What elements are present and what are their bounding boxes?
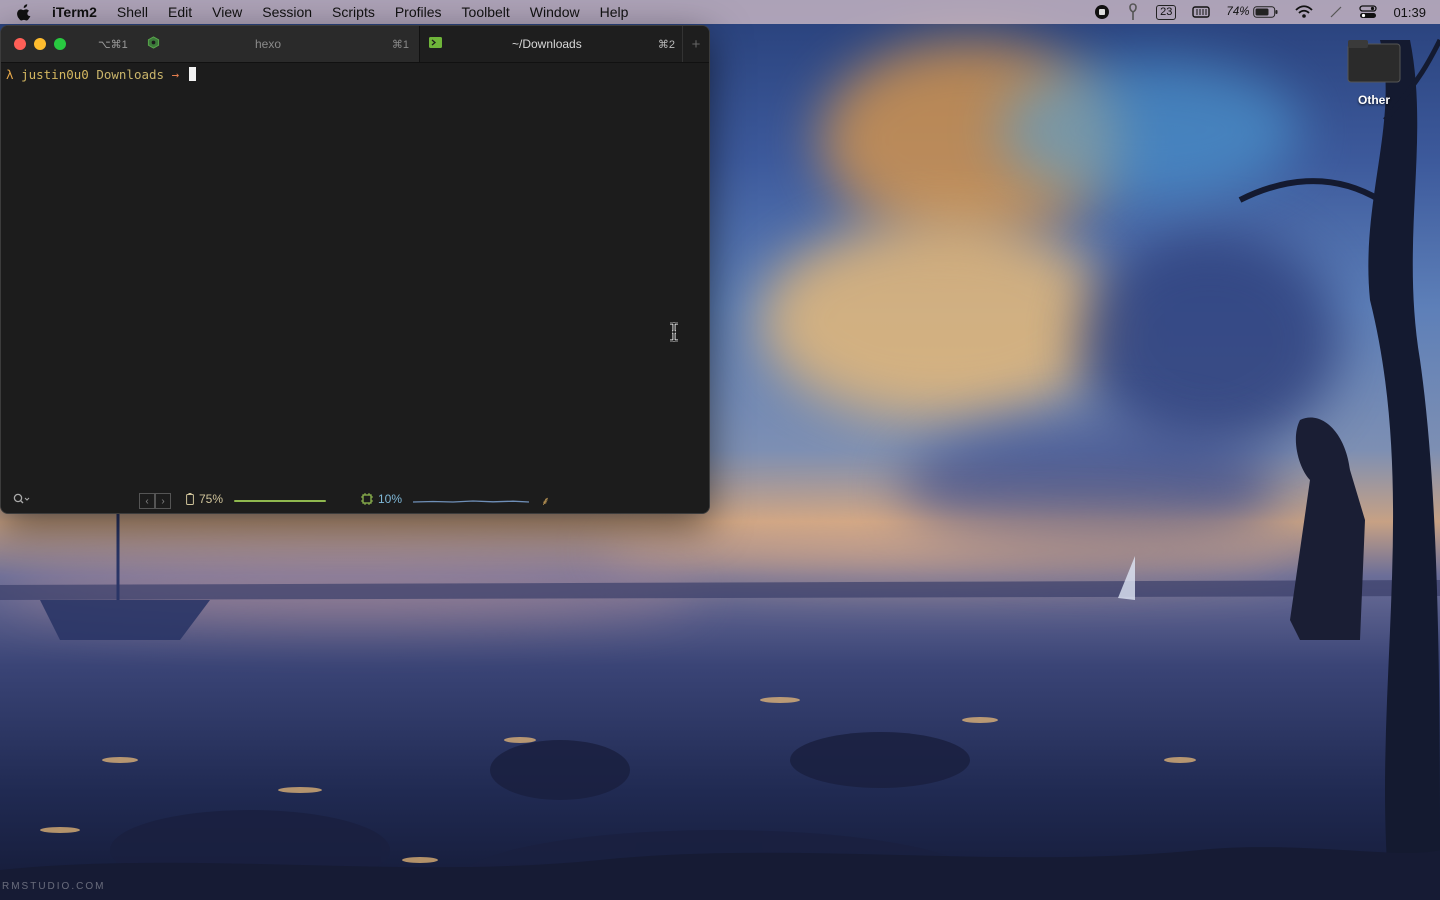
menu-bar: iTerm2 Shell Edit View Session Scripts P… <box>0 0 1440 24</box>
window-controls <box>1 26 84 62</box>
battery-percent: 74% <box>1226 6 1250 18</box>
tab-hexo-window-shortcut: ⌥⌘1 <box>98 38 128 51</box>
prompt-user: justin0u0 <box>21 67 89 82</box>
menu-profiles[interactable]: Profiles <box>395 4 442 20</box>
zoom-button[interactable] <box>54 38 66 50</box>
text-cursor <box>188 67 196 81</box>
prompt-symbol: λ <box>6 67 14 82</box>
search-icon[interactable] <box>13 493 31 508</box>
tab-downloads-title: ~/Downloads <box>512 37 582 51</box>
menu-extras: 23 74% 01:39 <box>1078 0 1426 24</box>
terminal-output[interactable]: λ justin0u0 Downloads → <box>1 63 709 487</box>
battery-level-bar <box>234 500 327 502</box>
menu-edit[interactable]: Edit <box>168 4 192 20</box>
tab-hexo[interactable]: ⌥⌘1 hexo ⌘1 <box>84 26 419 62</box>
desktop-folder-other[interactable]: Other <box>1340 38 1408 107</box>
battery-component-value: 75% <box>199 492 224 506</box>
menu-scripts[interactable]: Scripts <box>332 4 375 20</box>
shell-prompt: λ justin0u0 Downloads → <box>6 67 704 82</box>
menu-session[interactable]: Session <box>262 4 312 20</box>
battery-status[interactable]: 74% <box>1226 6 1279 18</box>
record-icon[interactable] <box>1094 4 1110 20</box>
close-button[interactable] <box>14 38 26 50</box>
prompt-cwd: Downloads <box>96 67 165 82</box>
battery-component: 75% <box>186 492 327 506</box>
desktop-folder-label: Other <box>1357 93 1390 107</box>
tab-downloads-shortcut: ⌘2 <box>657 38 675 51</box>
nav-back-icon[interactable]: ‹ <box>139 493 155 509</box>
tab-hexo-shortcut: ⌘1 <box>391 38 409 51</box>
nodejs-icon <box>147 36 160 52</box>
menu-view[interactable]: View <box>212 4 242 20</box>
menu-app-iterm2[interactable]: iTerm2 <box>52 4 97 20</box>
memory-icon[interactable] <box>1192 5 1211 19</box>
cpu-component: 10% <box>361 492 530 506</box>
tab-bar: ⌥⌘1 hexo ⌘1 ~/Downloads ⌘2 + <box>1 26 709 63</box>
iterm-window: ⌥⌘1 hexo ⌘1 ~/Downloads ⌘2 + λ justin0u0… <box>0 25 710 514</box>
battery-icon <box>1253 6 1278 18</box>
vpn-icon[interactable] <box>1126 3 1140 21</box>
history-nav: ‹ › <box>139 493 171 509</box>
menu-window[interactable]: Window <box>530 4 580 20</box>
wifi-icon[interactable] <box>1295 5 1314 19</box>
ibeam-cursor-icon <box>670 322 678 342</box>
terminal-icon <box>429 37 442 51</box>
new-tab-button[interactable]: + <box>682 26 709 62</box>
calendar-badge[interactable]: 23 <box>1156 4 1177 20</box>
wallpaper-watermark: RMSTUDIO.COM <box>2 881 106 892</box>
folder-icon <box>1347 40 1401 83</box>
tab-downloads[interactable]: ~/Downloads ⌘2 + <box>419 26 709 62</box>
prompt-arrow: → <box>171 67 180 82</box>
pen-icon[interactable] <box>1329 5 1343 19</box>
battery-small-icon <box>186 493 194 505</box>
menu-toolbelt[interactable]: Toolbelt <box>462 4 510 20</box>
menu-help[interactable]: Help <box>600 4 629 20</box>
menubar-clock[interactable]: 01:39 <box>1393 5 1426 20</box>
control-center-icon[interactable] <box>1359 5 1378 19</box>
git-branch-icon[interactable]: ⸙ <box>541 492 550 509</box>
nav-forward-icon[interactable]: › <box>155 493 171 509</box>
cpu-icon <box>361 493 373 505</box>
tab-hexo-title: hexo <box>255 37 282 51</box>
minimize-button[interactable] <box>34 38 46 50</box>
cpu-component-value: 10% <box>378 492 403 506</box>
cpu-sparkline <box>413 500 530 503</box>
status-bar: ‹ › 75% 10% ⸙ <box>1 487 709 513</box>
menu-shell[interactable]: Shell <box>117 4 148 20</box>
apple-menu-icon[interactable] <box>16 3 38 21</box>
